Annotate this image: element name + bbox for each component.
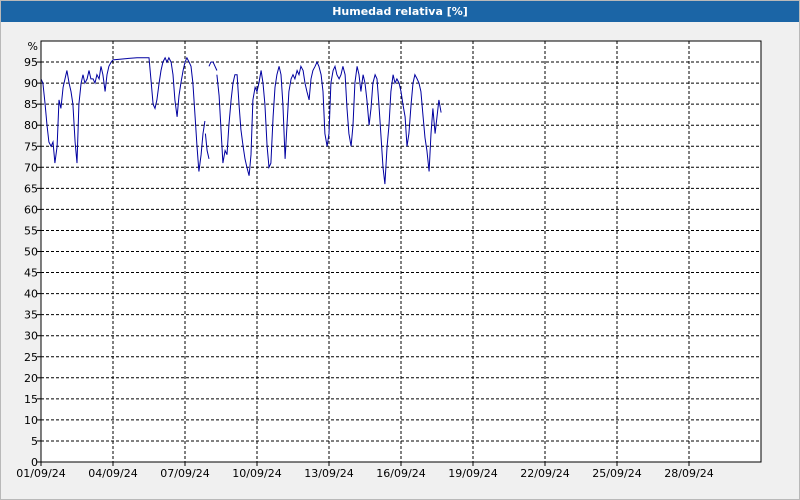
- grid-lines: [41, 41, 761, 462]
- y-tick-label: 65: [24, 182, 38, 195]
- y-tick-label: 55: [24, 224, 38, 237]
- y-tick-label: 35: [24, 309, 38, 322]
- y-tick-label: 85: [24, 98, 38, 111]
- x-tick-label: 13/09/24: [304, 467, 353, 480]
- x-tick-label: 25/09/24: [592, 467, 641, 480]
- x-tick-label: 04/09/24: [88, 467, 137, 480]
- y-tick-label: 45: [24, 267, 38, 280]
- y-tick-label: 20: [24, 372, 38, 385]
- y-tick-label: 25: [24, 351, 38, 364]
- y-tick-label: 95: [24, 56, 38, 69]
- y-tick-label: 40: [24, 288, 38, 301]
- humidity-chart: 0510152025303540455055606570758085909501…: [16, 40, 762, 480]
- x-tick-label: 16/09/24: [376, 467, 425, 480]
- y-tick-label: 90: [24, 77, 38, 90]
- y-tick-label: 75: [24, 140, 38, 153]
- x-tick-label: 10/09/24: [232, 467, 281, 480]
- y-axis-unit-label: %: [28, 40, 38, 53]
- y-tick-label: 80: [24, 119, 38, 132]
- y-tick-label: 15: [24, 393, 38, 406]
- x-tick-label: 07/09/24: [160, 467, 209, 480]
- chart-window: Humedad relativa [%] 0 5 10 15 20 25 30 35 40 45 5…: [0, 0, 800, 500]
- y-tick-label: 50: [24, 246, 38, 259]
- y-tick-label: 5: [31, 435, 38, 448]
- x-tick-label: 01/09/24: [16, 467, 65, 480]
- y-tick-label: 10: [24, 414, 38, 427]
- x-tick-label: 22/09/24: [520, 467, 569, 480]
- y-tick-label: 60: [24, 203, 38, 216]
- y-tick-label: 30: [24, 330, 38, 343]
- y-tick-label: 70: [24, 161, 38, 174]
- x-tick-label: 28/09/24: [664, 467, 713, 480]
- x-tick-label: 19/09/24: [448, 467, 497, 480]
